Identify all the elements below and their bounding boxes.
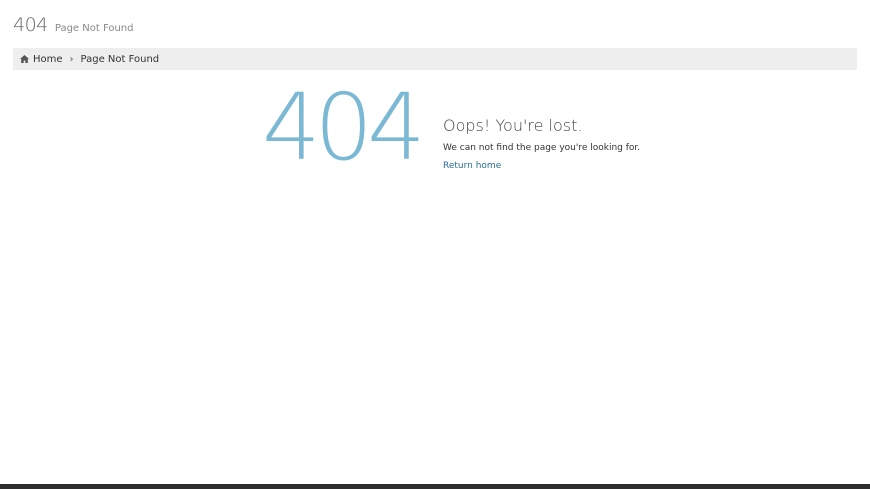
error-text: We can not find the page you're looking … bbox=[443, 143, 641, 153]
error-block: 404 Oops! You're lost. We can not find t… bbox=[262, 82, 662, 182]
page-header: 404 Page Not Found bbox=[13, 14, 133, 36]
breadcrumb-home-link[interactable]: Home bbox=[33, 54, 63, 65]
error-code-large: 404 bbox=[262, 74, 426, 181]
page-subtitle: Page Not Found bbox=[54, 23, 134, 34]
breadcrumb: Home › Page Not Found bbox=[13, 48, 857, 70]
chevron-right-icon: › bbox=[69, 53, 74, 65]
page-title: 404 bbox=[13, 14, 48, 36]
error-title: Oops! You're lost. bbox=[443, 116, 583, 135]
return-home-link[interactable]: Return home bbox=[443, 161, 501, 171]
home-icon[interactable] bbox=[20, 55, 29, 63]
error-message-block: Oops! You're lost. We can not find the p… bbox=[443, 116, 663, 172]
footer-bar bbox=[0, 484, 870, 489]
breadcrumb-current: Page Not Found bbox=[80, 53, 160, 65]
